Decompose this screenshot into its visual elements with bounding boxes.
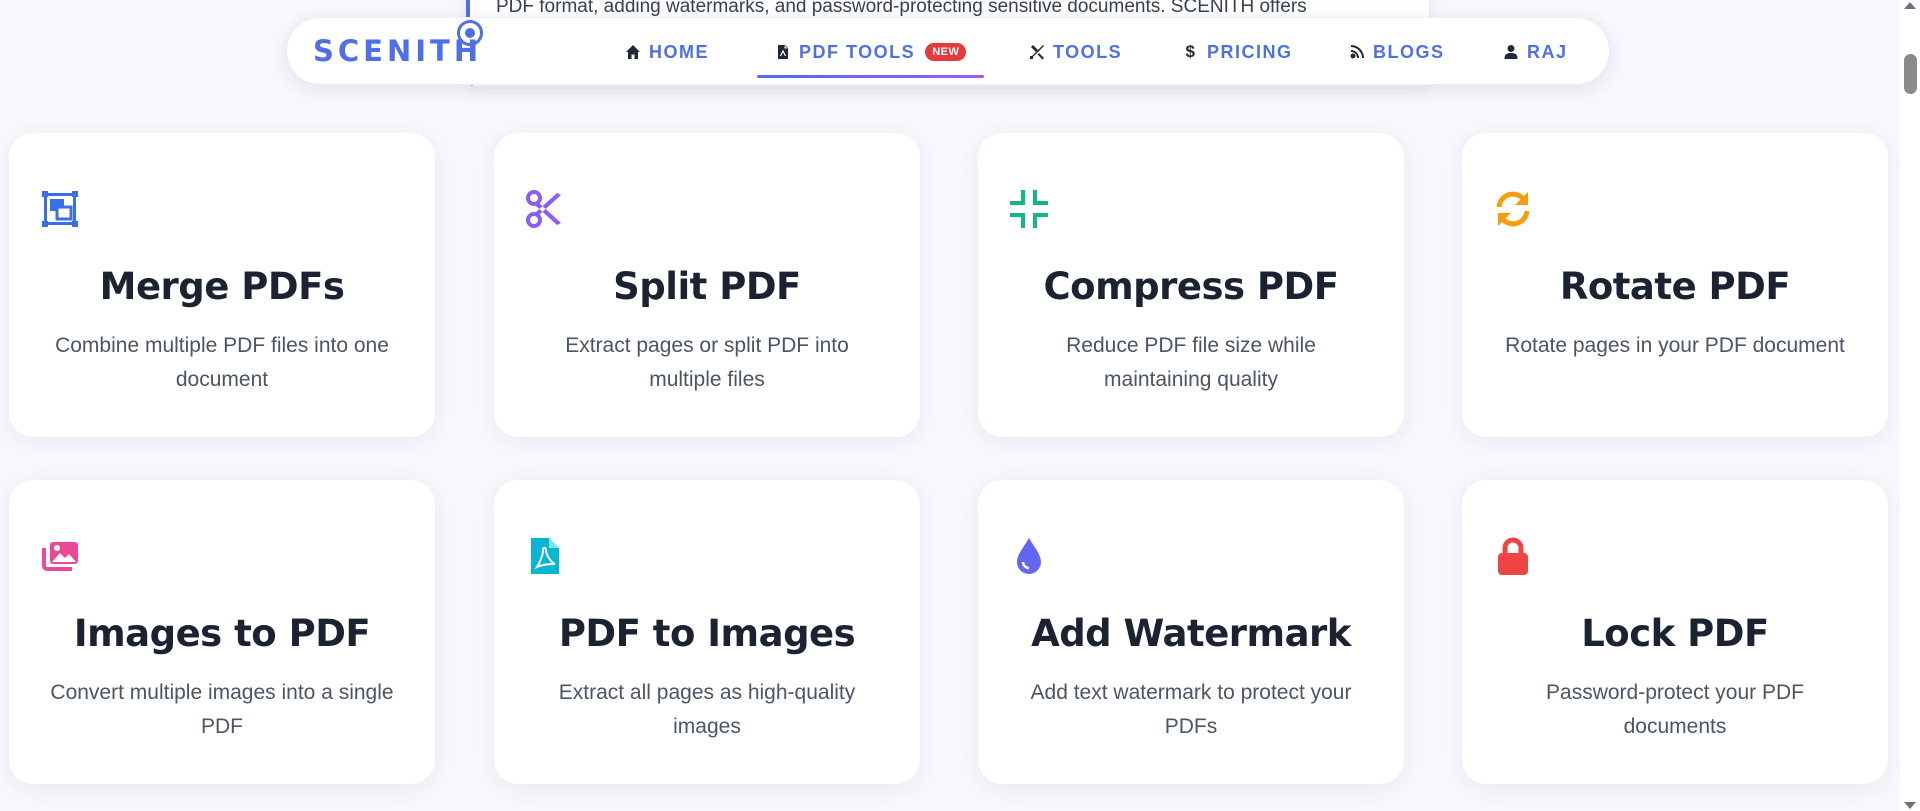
nav-tools-label: TOOLS <box>1053 41 1123 62</box>
tool-description: Combine multiple PDF files into one docu… <box>55 334 389 391</box>
tool-description: Extract pages or split PDF into multiple… <box>565 334 849 391</box>
images-icon <box>40 536 80 576</box>
nav-tools[interactable]: TOOLS <box>1029 40 1122 64</box>
new-badge: NEW <box>925 43 967 61</box>
tool-title: PDF to Images <box>558 612 856 655</box>
lock-icon <box>1493 536 1533 576</box>
home-icon <box>625 43 641 61</box>
tool-description: Add text watermark to protect your PDFs <box>1030 681 1352 738</box>
page: PDF format, adding watermarks, and passw… <box>0 0 1920 811</box>
tools-icon <box>1029 43 1045 61</box>
tool-card-add-watermark[interactable]: Add Watermark Add text watermark to prot… <box>978 480 1404 784</box>
nav-pdf-tools[interactable]: PDF TOOLS NEW <box>756 40 985 78</box>
blog-icon <box>1349 43 1365 61</box>
tool-title: Rotate PDF <box>1559 265 1791 308</box>
tool-title: Merge PDFs <box>99 265 345 308</box>
nav-pricing-label: PRICING <box>1207 41 1293 62</box>
dollar-icon: $ <box>1185 42 1197 61</box>
pdf-file-icon <box>775 43 791 61</box>
nav-user[interactable]: RAJ <box>1503 40 1568 64</box>
tool-card-merge[interactable]: Merge PDFs Combine multiple PDF files in… <box>9 133 435 437</box>
tool-description: Extract all pages as high-quality images <box>558 681 856 738</box>
pdf-file-icon <box>525 536 565 576</box>
rotate-icon <box>1493 189 1533 229</box>
tool-description: Rotate pages in your PDF document <box>1505 334 1845 357</box>
compress-icon <box>1009 189 1049 229</box>
logo[interactable]: SCENITH <box>313 34 482 68</box>
nav-blogs[interactable]: BLOGS <box>1349 40 1445 64</box>
tool-description: Password-protect your PDF documents <box>1546 681 1804 738</box>
droplet-icon <box>1009 536 1049 576</box>
tool-title: Split PDF <box>613 265 801 308</box>
merge-icon <box>40 189 80 229</box>
tool-title: Lock PDF <box>1581 612 1769 655</box>
user-icon <box>1503 43 1519 61</box>
tool-card-compress[interactable]: Compress PDF Reduce PDF file size while … <box>978 133 1404 437</box>
scroll-up-arrow-icon[interactable] <box>1904 2 1916 9</box>
vertical-scrollbar[interactable] <box>1900 0 1920 811</box>
nav-home-label: HOME <box>649 41 709 62</box>
tool-card-lock-pdf[interactable]: Lock PDF Password-protect your PDF docum… <box>1462 480 1888 784</box>
nav-user-label: RAJ <box>1527 41 1568 62</box>
tool-card-images-to-pdf[interactable]: Images to PDF Convert multiple images in… <box>9 480 435 784</box>
scissors-icon <box>525 189 565 229</box>
nav-pricing[interactable]: $ PRICING <box>1183 40 1293 64</box>
nav-blogs-label: BLOGS <box>1373 41 1445 62</box>
intro-text: PDF format, adding watermarks, and passw… <box>496 0 1307 17</box>
navbar: SCENITH HOME PDF TOOLS NEW TOOLS $ PRICI… <box>286 17 1610 85</box>
scroll-down-arrow-icon[interactable] <box>1904 802 1916 809</box>
tool-description: Reduce PDF file size while maintaining q… <box>1066 334 1316 391</box>
nav-pdf-tools-label: PDF TOOLS <box>799 41 916 62</box>
tool-description: Convert multiple images into a single PD… <box>50 681 394 738</box>
tool-card-pdf-to-images[interactable]: PDF to Images Extract all pages as high-… <box>494 480 920 784</box>
nav-home[interactable]: HOME <box>625 40 709 64</box>
tool-card-rotate[interactable]: Rotate PDF Rotate pages in your PDF docu… <box>1462 133 1888 437</box>
tool-title: Images to PDF <box>73 612 371 655</box>
scroll-thumb[interactable] <box>1904 54 1917 94</box>
tool-title: Add Watermark <box>1031 612 1351 655</box>
tool-card-split[interactable]: Split PDF Extract pages or split PDF int… <box>494 133 920 437</box>
tool-title: Compress PDF <box>1043 265 1340 308</box>
logo-target-icon <box>457 20 483 46</box>
